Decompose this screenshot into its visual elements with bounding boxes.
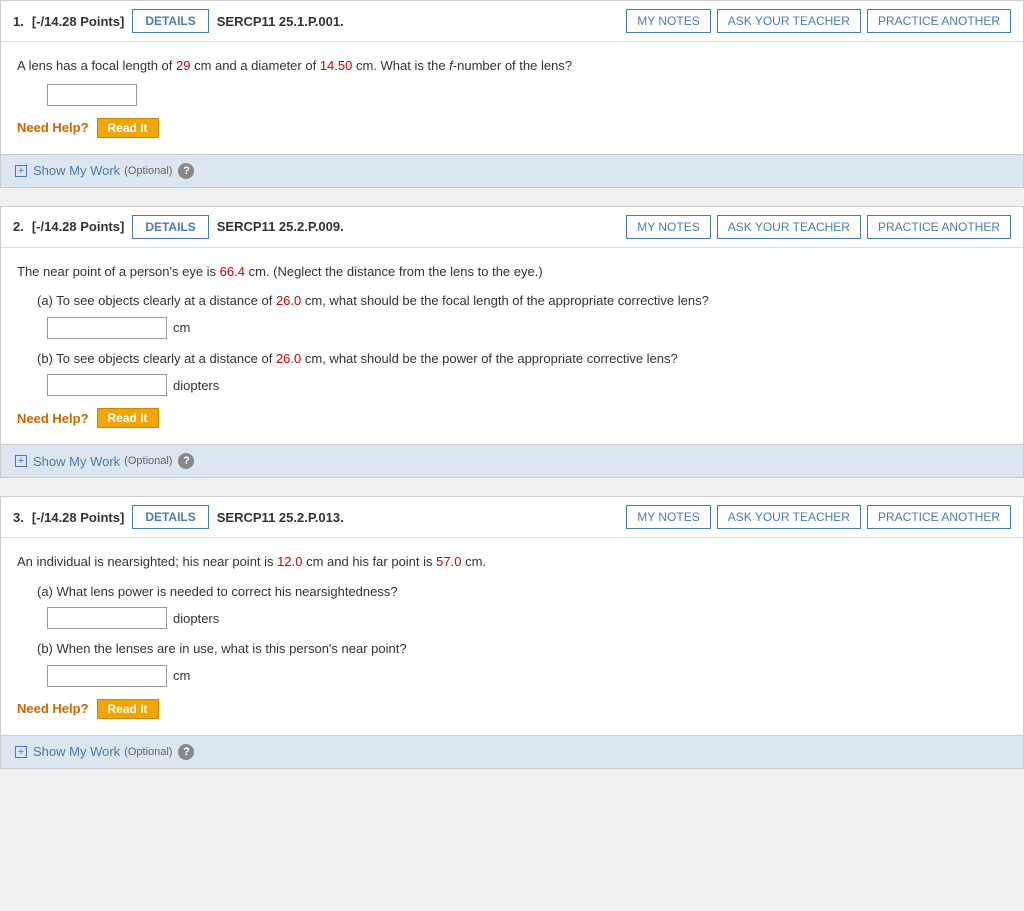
- problem-3-show-my-work: + Show My Work (Optional) ?: [1, 735, 1023, 768]
- problem-3-points: [-/14.28 Points]: [32, 510, 124, 525]
- problem-3-actions: MY NOTES ASK YOUR TEACHER PRACTICE ANOTH…: [626, 505, 1011, 529]
- problem-1-show-my-work: + Show My Work (Optional) ?: [1, 154, 1023, 187]
- problem-1-need-help-row: Need Help? Read It: [17, 118, 1007, 138]
- problem-2-input-a-line: cm: [47, 317, 1007, 339]
- problem-1-help-icon[interactable]: ?: [178, 163, 194, 179]
- problem-2-sub-b-text: (b) To see objects clearly at a distance…: [37, 349, 1007, 369]
- problem-2-header: 2. [-/14.28 Points] DETAILS SERCP11 25.2…: [1, 207, 1023, 248]
- problem-2-input-b-line: diopters: [47, 374, 1007, 396]
- problem-3-details-button[interactable]: DETAILS: [132, 505, 208, 529]
- problem-2-question: The near point of a person's eye is 66.4…: [17, 262, 1007, 282]
- problem-2-val3: 26.0: [276, 351, 301, 366]
- problem-3-number: 3.: [13, 510, 24, 525]
- problem-2-help-icon[interactable]: ?: [178, 453, 194, 469]
- problem-2-answer-b-input[interactable]: [47, 374, 167, 396]
- problem-2-points: [-/14.28 Points]: [32, 219, 124, 234]
- problem-2-show-my-work-label[interactable]: Show My Work (Optional): [33, 454, 172, 469]
- problem-2-body: The near point of a person's eye is 66.4…: [1, 248, 1023, 445]
- problem-1-optional-label: (Optional): [124, 165, 172, 177]
- problem-1: 1. [-/14.28 Points] DETAILS SERCP11 25.1…: [0, 0, 1024, 188]
- problem-1-my-notes-button[interactable]: MY NOTES: [626, 9, 710, 33]
- problem-1-details-button[interactable]: DETAILS: [132, 9, 208, 33]
- problem-3-ask-teacher-button[interactable]: ASK YOUR TEACHER: [717, 505, 861, 529]
- problem-3-sub-b-text: (b) When the lenses are in use, what is …: [37, 639, 1007, 659]
- problem-1-ask-teacher-button[interactable]: ASK YOUR TEACHER: [717, 9, 861, 33]
- problem-2-ask-teacher-button[interactable]: ASK YOUR TEACHER: [717, 215, 861, 239]
- problem-2-actions: MY NOTES ASK YOUR TEACHER PRACTICE ANOTH…: [626, 215, 1011, 239]
- problem-3-my-notes-button[interactable]: MY NOTES: [626, 505, 710, 529]
- problem-1-question: A lens has a focal length of 29 cm and a…: [17, 56, 1007, 76]
- problem-3-val1: 12.0: [277, 554, 302, 569]
- problem-3-sub-a-text: (a) What lens power is needed to correct…: [37, 582, 1007, 602]
- problem-1-practice-another-button[interactable]: PRACTICE ANOTHER: [867, 9, 1011, 33]
- problem-1-italic: f: [449, 58, 453, 73]
- problem-2: 2. [-/14.28 Points] DETAILS SERCP11 25.2…: [0, 206, 1024, 479]
- problem-2-val2: 26.0: [276, 293, 301, 308]
- problem-1-expand-icon[interactable]: +: [15, 165, 27, 177]
- problem-2-show-my-work: + Show My Work (Optional) ?: [1, 444, 1023, 477]
- problem-1-input-line: [47, 84, 1007, 106]
- problem-1-need-help-label: Need Help?: [17, 120, 89, 135]
- problem-1-header: 1. [-/14.28 Points] DETAILS SERCP11 25.1…: [1, 1, 1023, 42]
- problem-3-header: 3. [-/14.28 Points] DETAILS SERCP11 25.2…: [1, 497, 1023, 538]
- problem-3-answer-b-input[interactable]: [47, 665, 167, 687]
- problem-2-my-notes-button[interactable]: MY NOTES: [626, 215, 710, 239]
- problem-3-unit-b: cm: [173, 668, 190, 683]
- problem-3-unit-a: diopters: [173, 611, 219, 626]
- problem-3-question: An individual is nearsighted; his near p…: [17, 552, 1007, 572]
- problem-3: 3. [-/14.28 Points] DETAILS SERCP11 25.2…: [0, 496, 1024, 769]
- problem-1-actions: MY NOTES ASK YOUR TEACHER PRACTICE ANOTH…: [626, 9, 1011, 33]
- problem-3-help-icon[interactable]: ?: [178, 744, 194, 760]
- problem-1-answer-input[interactable]: [47, 84, 137, 106]
- problem-2-val1: 66.4: [220, 264, 245, 279]
- problem-1-points: [-/14.28 Points]: [32, 14, 124, 29]
- problem-2-sub-a-text: (a) To see objects clearly at a distance…: [37, 291, 1007, 311]
- problem-1-body: A lens has a focal length of 29 cm and a…: [1, 42, 1023, 154]
- problem-1-val2: 14.50: [320, 58, 353, 73]
- problem-1-code: SERCP11 25.1.P.001.: [217, 14, 618, 29]
- problem-2-details-button[interactable]: DETAILS: [132, 215, 208, 239]
- problem-3-answer-a-input[interactable]: [47, 607, 167, 629]
- problem-2-need-help-row: Need Help? Read It: [17, 408, 1007, 428]
- problem-3-expand-icon[interactable]: +: [15, 746, 27, 758]
- problem-2-unit-a: cm: [173, 320, 190, 335]
- problem-3-read-it-button[interactable]: Read It: [97, 699, 159, 719]
- problem-3-body: An individual is nearsighted; his near p…: [1, 538, 1023, 735]
- problem-3-show-my-work-label[interactable]: Show My Work (Optional): [33, 744, 172, 759]
- problem-2-expand-icon[interactable]: +: [15, 455, 27, 467]
- problem-3-practice-another-button[interactable]: PRACTICE ANOTHER: [867, 505, 1011, 529]
- problem-3-need-help-row: Need Help? Read It: [17, 699, 1007, 719]
- problem-3-val2: 57.0: [436, 554, 461, 569]
- problem-3-need-help-label: Need Help?: [17, 701, 89, 716]
- problem-2-read-it-button[interactable]: Read It: [97, 408, 159, 428]
- problem-2-answer-a-input[interactable]: [47, 317, 167, 339]
- problem-1-read-it-button[interactable]: Read It: [97, 118, 159, 138]
- problem-2-code: SERCP11 25.2.P.009.: [217, 219, 618, 234]
- problem-2-number: 2.: [13, 219, 24, 234]
- problem-2-unit-b: diopters: [173, 378, 219, 393]
- problem-1-number: 1.: [13, 14, 24, 29]
- problem-2-need-help-label: Need Help?: [17, 411, 89, 426]
- problem-2-practice-another-button[interactable]: PRACTICE ANOTHER: [867, 215, 1011, 239]
- problem-2-optional-label: (Optional): [124, 455, 172, 467]
- problem-1-show-my-work-label[interactable]: Show My Work (Optional): [33, 163, 172, 178]
- problem-3-optional-label: (Optional): [124, 746, 172, 758]
- problem-3-input-a-line: diopters: [47, 607, 1007, 629]
- problem-3-code: SERCP11 25.2.P.013.: [217, 510, 618, 525]
- problem-3-input-b-line: cm: [47, 665, 1007, 687]
- problem-1-val1: 29: [176, 58, 190, 73]
